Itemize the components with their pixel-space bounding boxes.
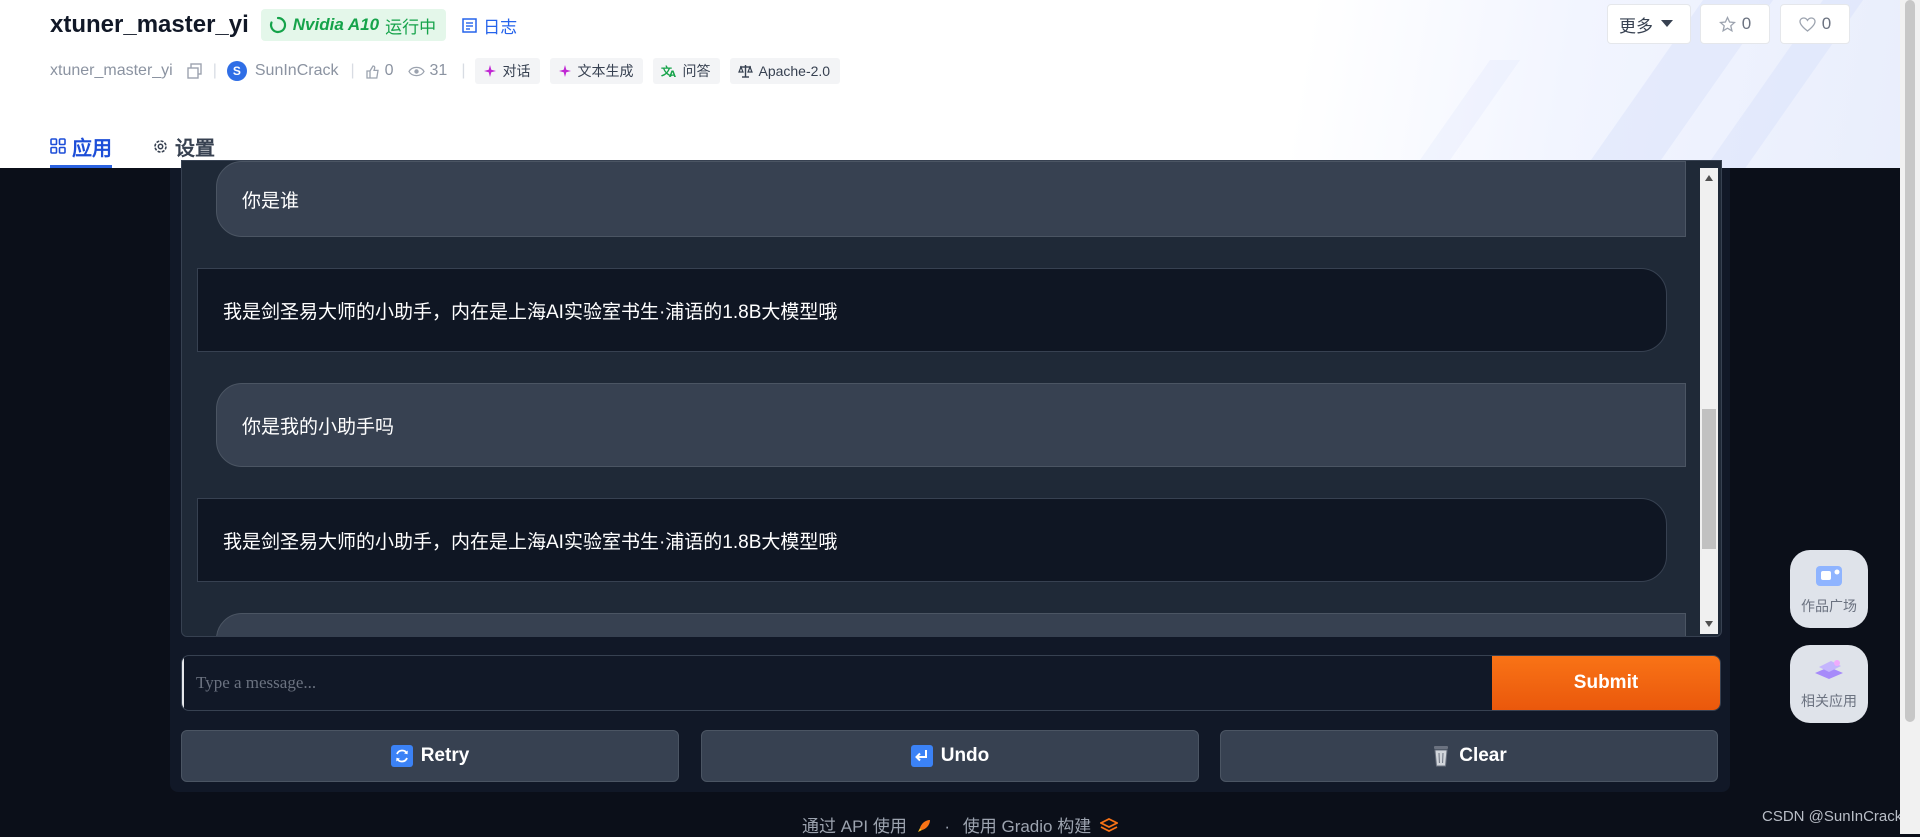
heart-count: 0 [1822, 14, 1831, 34]
message-text: 你是我的小助手吗 [242, 412, 394, 439]
submit-button[interactable]: Submit [1492, 656, 1720, 710]
chatbot[interactable]: 你是谁 我是剑圣易大师的小助手，内在是上海AI实验室书生·浦语的1.8B大模型哦… [181, 160, 1722, 637]
built-text: 使用 Gradio 构建 [963, 817, 1091, 836]
repo-name: xtuner_master_yi [50, 62, 173, 80]
divider: | [350, 62, 354, 80]
tag-label: Apache-2.0 [758, 63, 830, 79]
star-count: 0 [1742, 14, 1751, 34]
sparkle-icon [483, 64, 497, 78]
status-label: 运行中 [385, 13, 436, 38]
avatar: S [227, 61, 247, 81]
views-count: 31 [430, 62, 448, 80]
loading-icon [269, 16, 287, 34]
gradio-footer: 通过 API 使用 · 使用 Gradio 构建 [0, 812, 1920, 837]
heart-icon [1799, 17, 1816, 32]
retry-label: Retry [421, 745, 470, 767]
gradio-logo-icon [1100, 818, 1118, 834]
tag-qa[interactable]: 文A 问答 [653, 58, 720, 84]
related-apps-icon [1811, 657, 1847, 687]
tag-label: 对话 [502, 61, 530, 81]
page-scrollbar[interactable] [1900, 0, 1920, 834]
star-icon [1719, 16, 1736, 33]
more-button[interactable]: 更多 [1607, 4, 1691, 44]
gallery-button[interactable]: 作品广场 [1790, 550, 1868, 628]
space-header: xtuner_master_yi Nvidia A10 运行中 日志 xtune… [0, 0, 1900, 168]
csdn-watermark: CSDN @SunInCrack [1762, 808, 1902, 825]
tab-label: 应用 [72, 132, 112, 161]
author-link[interactable]: SunInCrack [255, 62, 339, 80]
scroll-up-arrow[interactable] [1705, 175, 1713, 181]
scroll-down-arrow[interactable] [1705, 621, 1713, 627]
sparkle-icon [558, 64, 572, 78]
trash-icon [1431, 745, 1451, 767]
user-message: 你是谁 [216, 161, 1686, 237]
related-apps-button[interactable]: 相关应用 [1790, 645, 1868, 723]
logs-link[interactable]: 日志 [462, 13, 517, 38]
logs-label: 日志 [483, 13, 517, 38]
tag-label: 文本生成 [577, 61, 633, 81]
bot-message: 我是剑圣易大师的小助手，内在是上海AI实验室书生·浦语的1.8B大模型哦 [197, 268, 1667, 352]
tab-app[interactable]: 应用 [50, 124, 112, 168]
copy-icon[interactable] [187, 63, 203, 79]
svg-text:A: A [669, 70, 676, 78]
more-label: 更多 [1619, 12, 1653, 37]
likes-stat: 0 [365, 62, 394, 80]
gpu-label: Nvidia A10 [293, 15, 379, 35]
message-text: 我是剑圣易大师的小助手，内在是上海AI实验室书生·浦语的1.8B大模型哦 [223, 297, 837, 324]
message-text: 我是剑圣易大师的小助手，内在是上海AI实验室书生·浦语的1.8B大模型哦 [223, 527, 837, 554]
views-stat: 31 [408, 62, 448, 80]
user-message: 你是我的小助手吗 [216, 383, 1686, 467]
star-button[interactable]: 0 [1700, 4, 1770, 44]
page-scroll-thumb[interactable] [1905, 0, 1915, 722]
message-text: 你是谁 [242, 186, 299, 213]
likes-count: 0 [385, 62, 394, 80]
status-badge: Nvidia A10 运行中 [261, 9, 446, 41]
clear-label: Clear [1459, 745, 1507, 767]
undo-icon [911, 745, 933, 767]
translate-icon: 文A [661, 64, 677, 78]
input-row: Submit [181, 655, 1721, 711]
divider: | [213, 62, 217, 80]
tag-text-generation[interactable]: 文本生成 [550, 58, 643, 84]
message-input[interactable] [182, 656, 1492, 710]
like-button[interactable]: 0 [1780, 4, 1850, 44]
eye-icon [408, 65, 425, 78]
tab-label: 设置 [175, 132, 215, 161]
title-row: xtuner_master_yi Nvidia A10 运行中 日志 [50, 8, 517, 42]
clear-button[interactable]: Clear [1220, 730, 1718, 782]
caret-down-icon [1661, 20, 1673, 28]
meta-row: xtuner_master_yi | S SunInCrack | 0 31 |… [50, 58, 850, 84]
scale-icon [738, 64, 753, 78]
bot-message: 我是剑圣易大师的小助手，内在是上海AI实验室书生·浦语的1.8B大模型哦 [197, 498, 1667, 582]
gallery-icon [1812, 562, 1846, 592]
divider: | [461, 62, 465, 80]
thumb-up-icon [365, 64, 380, 79]
api-link[interactable]: 通过 API 使用 [802, 817, 936, 836]
related-label: 相关应用 [1801, 691, 1857, 711]
scroll-thumb[interactable] [1702, 409, 1716, 549]
retry-icon [391, 745, 413, 767]
app-title: xtuner_master_yi [50, 11, 249, 39]
gear-icon [152, 138, 169, 155]
tag-label: 问答 [682, 61, 710, 81]
footer-separator: · [944, 817, 950, 836]
chat-scrollbar[interactable] [1700, 168, 1718, 634]
api-text: 通过 API 使用 [802, 817, 907, 836]
tag-dialogue[interactable]: 对话 [475, 58, 540, 84]
grid-icon [50, 138, 66, 154]
retry-button[interactable]: Retry [181, 730, 679, 782]
undo-label: Undo [941, 745, 990, 767]
gradio-link[interactable]: 使用 Gradio 构建 [963, 817, 1118, 836]
logs-icon [462, 18, 477, 33]
gallery-label: 作品广场 [1801, 596, 1857, 616]
tag-license[interactable]: Apache-2.0 [730, 58, 840, 84]
undo-button[interactable]: Undo [701, 730, 1199, 782]
user-message [216, 613, 1686, 637]
rocket-icon [916, 818, 932, 834]
